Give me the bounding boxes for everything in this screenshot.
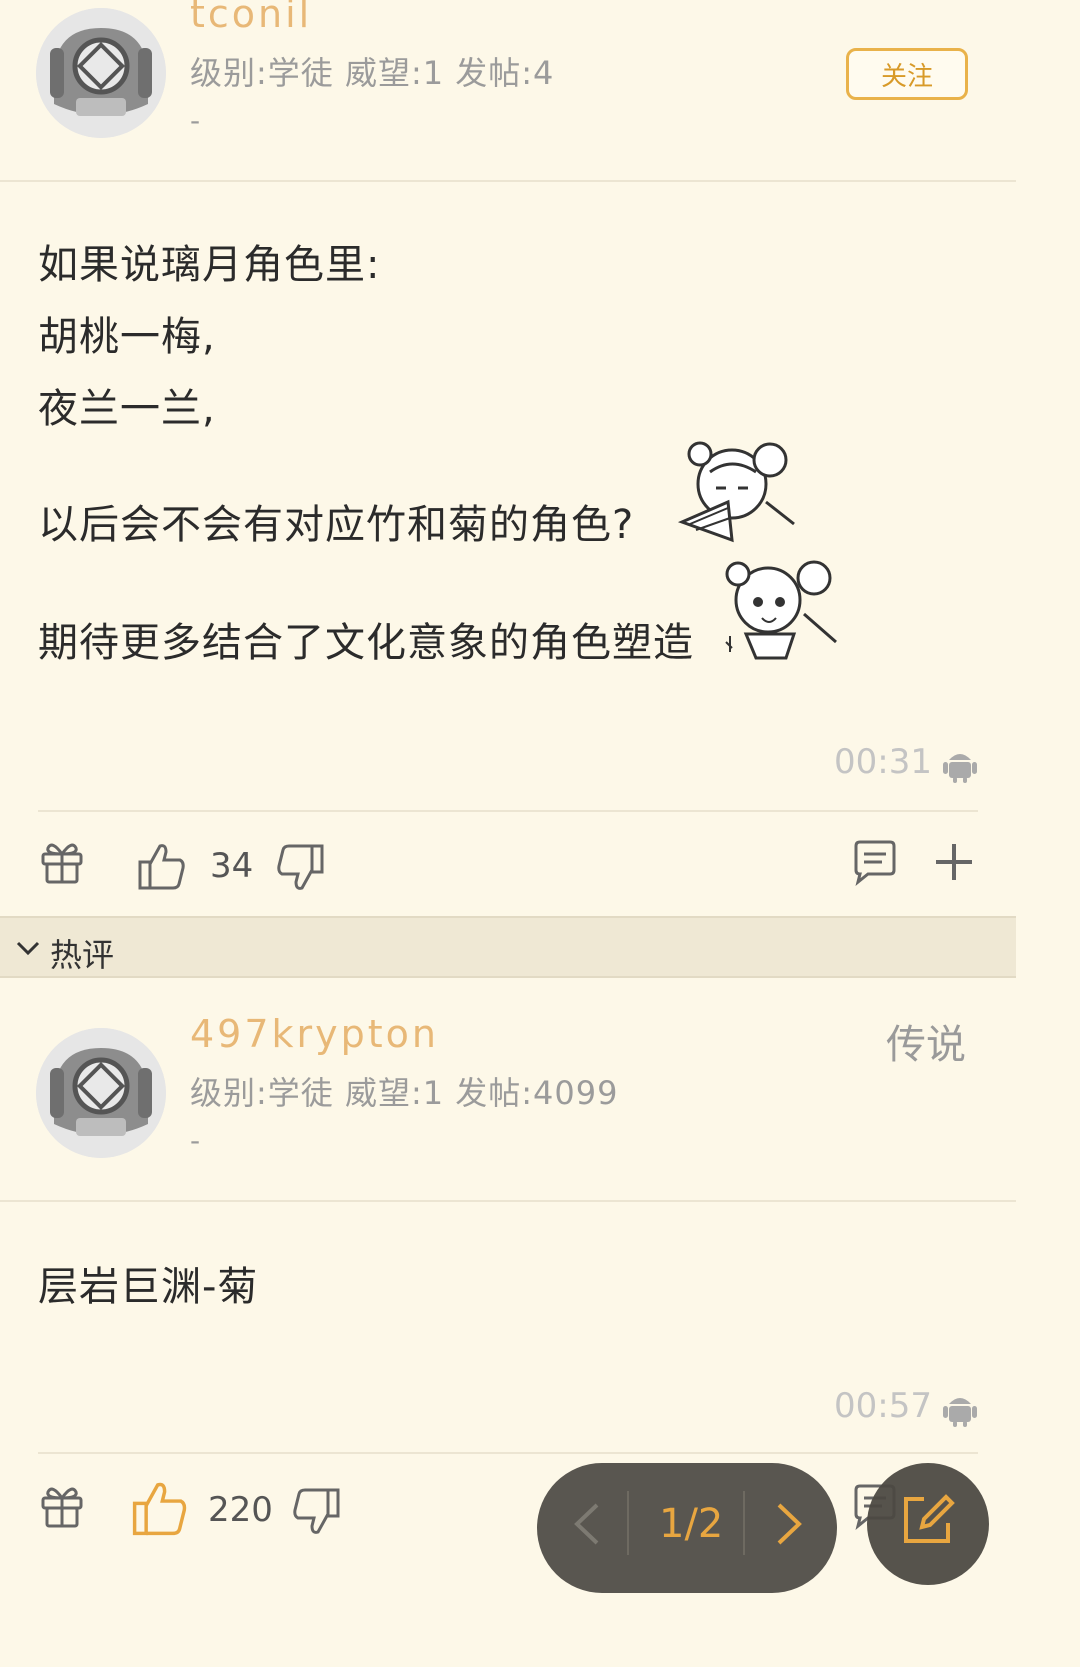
post-line: 期待更多结合了文化意象的角色塑造	[38, 620, 694, 666]
thumb-down-icon[interactable]	[290, 1486, 342, 1538]
follow-button[interactable]: 关注	[846, 48, 968, 100]
divider	[743, 1491, 745, 1555]
like-count: 34	[210, 846, 254, 886]
page-indicator[interactable]: 1/2	[659, 1501, 723, 1547]
post-time: 00:31	[834, 742, 932, 782]
post-line: 夜兰一兰,	[38, 386, 216, 432]
gift-icon[interactable]	[38, 838, 86, 886]
comment-icon[interactable]	[850, 838, 898, 886]
chevron-left-icon[interactable]	[567, 1499, 607, 1549]
diver-helmet-icon	[36, 8, 166, 138]
divider	[627, 1491, 629, 1555]
android-icon	[943, 1398, 977, 1427]
user-meta: 级别:学徒 威望:1 发帖:4099	[190, 1074, 619, 1112]
hot-comments-label: 热评	[50, 936, 115, 974]
thumb-down-icon[interactable]	[274, 842, 326, 894]
user-signature: -	[190, 104, 201, 137]
divider	[0, 180, 1016, 182]
avatar[interactable]	[36, 1028, 166, 1158]
diver-helmet-icon	[36, 1028, 166, 1158]
sticker-icon	[725, 560, 837, 660]
avatar[interactable]	[36, 8, 166, 138]
username[interactable]: 497krypton	[190, 1012, 439, 1056]
edit-icon	[904, 1494, 955, 1543]
divider	[38, 1452, 978, 1454]
thumb-up-icon[interactable]	[130, 1478, 190, 1538]
android-icon	[943, 754, 977, 783]
sticker-icon	[677, 441, 795, 543]
divider	[0, 1200, 1016, 1202]
username[interactable]: tconil	[190, 0, 312, 36]
page-navigator: 1/2	[537, 1463, 837, 1593]
compose-button[interactable]	[867, 1463, 989, 1585]
reply-time: 00:57	[834, 1386, 932, 1426]
chevron-down-icon	[16, 941, 40, 956]
divider	[38, 810, 978, 812]
thumb-up-icon[interactable]	[136, 840, 188, 892]
post-line: 胡桃一梅,	[38, 314, 216, 360]
plus-icon[interactable]	[932, 840, 976, 884]
rank-label: 传说	[886, 1022, 966, 1068]
like-count: 220	[208, 1490, 273, 1530]
hot-comments-bar[interactable]: 热评	[0, 916, 1016, 978]
user-signature: -	[190, 1124, 201, 1157]
chevron-right-icon[interactable]	[769, 1499, 809, 1549]
post-line: 以后会不会有对应竹和菊的角色?	[38, 502, 635, 548]
user-meta: 级别:学徒 威望:1 发帖:4	[190, 54, 555, 92]
reply-text: 层岩巨渊-菊	[38, 1264, 259, 1310]
post-line: 如果说璃月角色里:	[38, 242, 381, 288]
gift-icon[interactable]	[38, 1482, 86, 1530]
